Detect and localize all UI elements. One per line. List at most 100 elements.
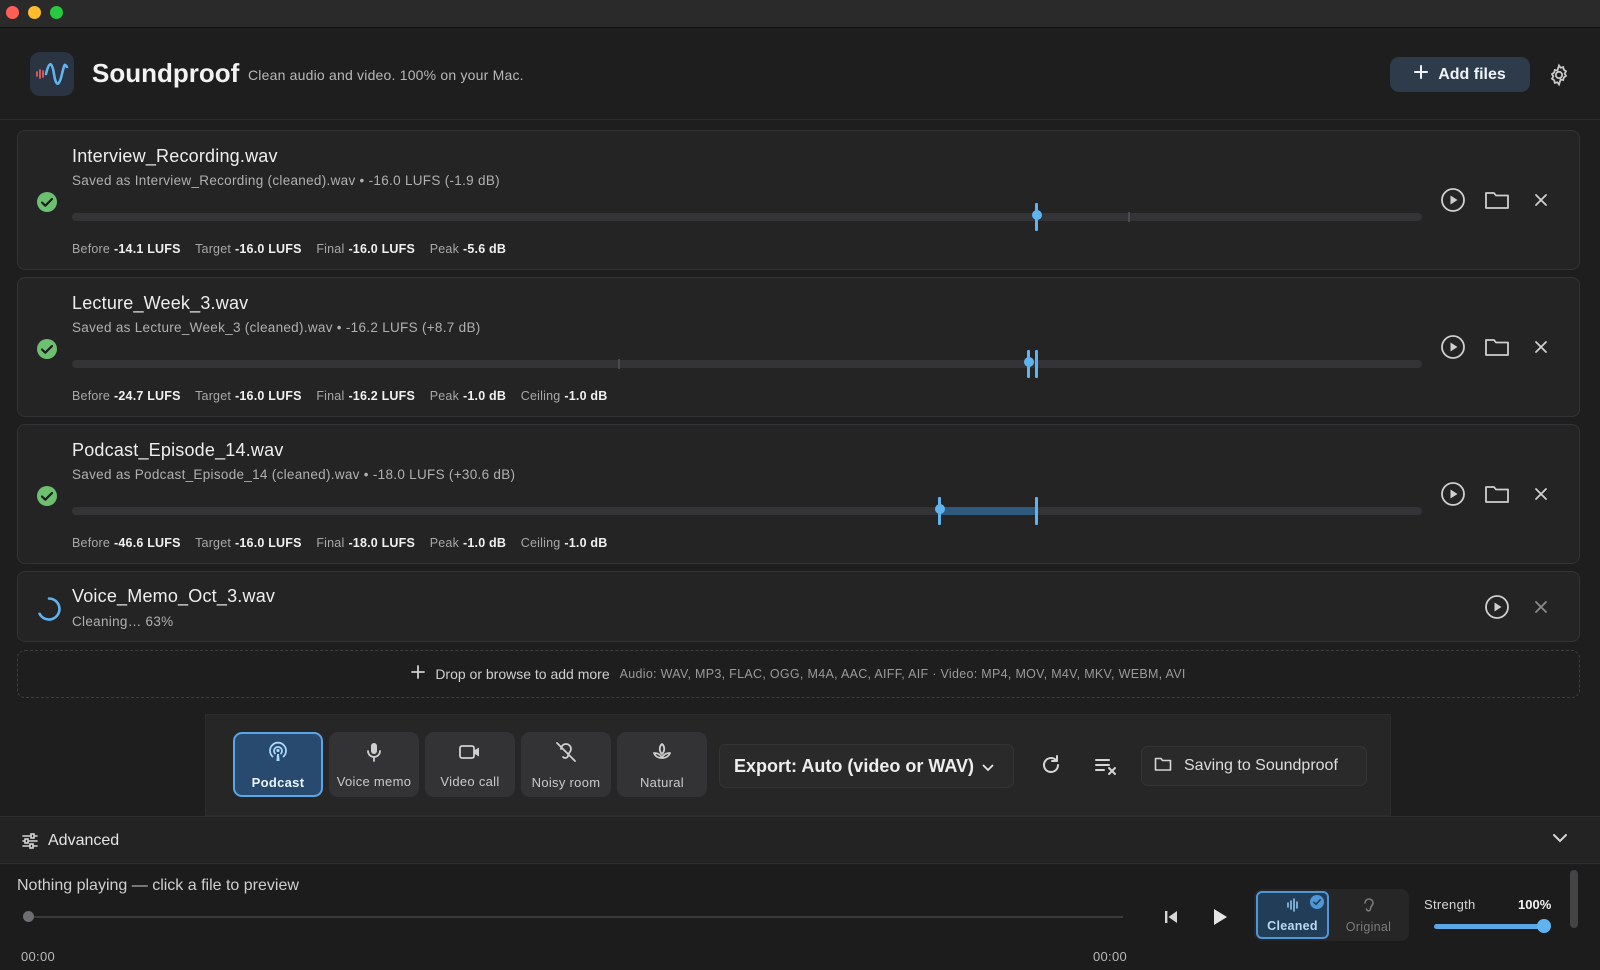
- plus-icon: [1414, 65, 1429, 84]
- play-circle-icon[interactable]: [1439, 186, 1467, 214]
- plus-icon: [411, 664, 426, 684]
- preset-label: Podcast: [251, 774, 305, 790]
- meter-before-dot: [935, 504, 945, 514]
- app-logo-icon: [30, 52, 74, 96]
- preset-label: Natural: [639, 774, 684, 790]
- preset-podcast[interactable]: Podcast: [233, 732, 323, 797]
- preset-label: Noisy room: [531, 774, 601, 790]
- loudness-stats: Before -46.6 LUFS Target -16.0 LUFS Final -…: [72, 536, 608, 550]
- preset-voice-memo[interactable]: Voice memo: [329, 732, 419, 797]
- check-badge-icon: [1310, 895, 1324, 909]
- strength-slider-thumb[interactable]: [1537, 919, 1551, 933]
- folder-icon[interactable]: [1483, 333, 1511, 361]
- close-icon[interactable]: [1527, 593, 1555, 621]
- check-circle-icon: [36, 191, 58, 213]
- supported-formats: Audio: WAV, MP3, FLAC, OGG, M4A, AAC, AI…: [619, 667, 1186, 681]
- loudness-meter: [72, 497, 1422, 525]
- loudness-meter: [72, 203, 1422, 231]
- now-playing-status: Nothing playing — click a file to previe…: [17, 877, 299, 894]
- chevron-down-icon: [982, 756, 994, 777]
- file-card[interactable]: Voice_Memo_Oct_3.wav Cleaning… 63%: [17, 571, 1580, 642]
- settings-gear-icon[interactable]: [1546, 62, 1572, 88]
- hearing-off-icon: [554, 740, 578, 769]
- file-card[interactable]: Podcast_Episode_14.wav Saved as Podcast_…: [17, 424, 1580, 564]
- video-camera-icon: [458, 741, 482, 768]
- app-title: Soundproof: [92, 58, 240, 88]
- sliders-icon: [22, 833, 38, 854]
- preset-natural[interactable]: Natural: [617, 732, 707, 797]
- strength-value: 100%: [1518, 897, 1552, 912]
- podcast-icon: [266, 740, 290, 769]
- folder-icon: [1154, 756, 1172, 777]
- play-icon[interactable]: [1206, 903, 1234, 931]
- export-format-label: Export: Auto (video or WAV): [734, 755, 974, 776]
- clear-list-icon[interactable]: [1092, 751, 1120, 779]
- save-location-button[interactable]: Saving to Soundproof: [1141, 746, 1367, 786]
- add-files-button[interactable]: Add files: [1390, 57, 1530, 92]
- preset-video-call[interactable]: Video call: [425, 732, 515, 797]
- close-icon[interactable]: [1527, 186, 1555, 214]
- strength-label: Strength: [1424, 897, 1476, 912]
- close-window-button[interactable]: [6, 6, 19, 19]
- cleaning-progress-text: Cleaning… 63%: [72, 614, 174, 629]
- loudness-meter: [72, 350, 1422, 378]
- zoom-window-button[interactable]: [50, 6, 63, 19]
- ear-icon: [1362, 897, 1376, 916]
- strength-slider-fill: [1434, 924, 1546, 929]
- loudness-stats: Before -14.1 LUFS Target -16.0 LUFS Final -…: [72, 242, 507, 256]
- file-card[interactable]: Interview_Recording.wav Saved as Intervi…: [17, 130, 1580, 270]
- playback-scrubber-thumb[interactable]: [23, 911, 34, 922]
- cleaned-label: Cleaned: [1267, 918, 1318, 933]
- preset-label: Voice memo: [336, 773, 412, 789]
- loudness-stats: Before -24.7 LUFS Target -16.0 LUFS Final -…: [72, 389, 608, 403]
- preset-noisy-room[interactable]: Noisy room: [521, 732, 611, 797]
- play-circle-icon[interactable]: [1439, 333, 1467, 361]
- file-name: Lecture_Week_3.wav: [72, 293, 249, 313]
- export-format-dropdown[interactable]: Export: Auto (video or WAV): [719, 744, 1014, 788]
- folder-icon[interactable]: [1483, 186, 1511, 214]
- file-name: Interview_Recording.wav: [72, 146, 278, 166]
- app-subtitle: Clean audio and video. 100% on your Mac.: [248, 67, 524, 83]
- skip-back-icon[interactable]: [1157, 903, 1185, 931]
- loading-spinner-icon: [36, 596, 62, 622]
- minimize-window-button[interactable]: [28, 6, 41, 19]
- drop-zone-label: Drop or browse to add more: [435, 666, 610, 682]
- total-time: 00:00: [1093, 949, 1128, 964]
- file-saved-detail: Saved as Lecture_Week_3 (cleaned).wav • …: [72, 320, 481, 335]
- advanced-section-toggle[interactable]: Advanced: [0, 816, 1600, 864]
- play-circle-icon[interactable]: [1483, 593, 1511, 621]
- meter-target-marker: [1035, 497, 1038, 525]
- meter-before-dot: [1024, 357, 1034, 367]
- original-mode-button[interactable]: Original: [1332, 891, 1405, 939]
- preset-label: Video call: [440, 773, 500, 789]
- check-circle-icon: [36, 338, 58, 360]
- folder-icon[interactable]: [1483, 480, 1511, 508]
- microphone-icon: [363, 741, 385, 768]
- add-files-label: Add files: [1438, 65, 1506, 83]
- refresh-icon[interactable]: [1037, 751, 1065, 779]
- original-label: Original: [1345, 919, 1392, 934]
- close-icon[interactable]: [1527, 333, 1555, 361]
- playback-scrubber[interactable]: [25, 916, 1123, 918]
- scrollbar[interactable]: [1570, 870, 1578, 928]
- file-card[interactable]: Lecture_Week_3.wav Saved as Lecture_Week…: [17, 277, 1580, 417]
- file-saved-detail: Saved as Interview_Recording (cleaned).w…: [72, 173, 500, 188]
- drop-zone[interactable]: Drop or browse to add more Audio: WAV, M…: [17, 650, 1580, 698]
- file-name: Voice_Memo_Oct_3.wav: [72, 586, 276, 606]
- meter-final-marker: [1035, 350, 1038, 378]
- current-time: 00:00: [21, 949, 56, 964]
- strength-slider[interactable]: [1434, 924, 1546, 929]
- file-name: Podcast_Episode_14.wav: [72, 440, 284, 460]
- close-icon[interactable]: [1527, 480, 1555, 508]
- save-location-label: Saving to Soundproof: [1184, 757, 1338, 774]
- cleaned-mode-button[interactable]: Cleaned: [1256, 891, 1329, 939]
- check-circle-icon: [36, 485, 58, 507]
- play-circle-icon[interactable]: [1439, 480, 1467, 508]
- meter-gain-fill: [940, 507, 1036, 515]
- meter-before-dot: [1032, 210, 1042, 220]
- file-saved-detail: Saved as Podcast_Episode_14 (cleaned).wa…: [72, 467, 516, 482]
- chevron-down-icon: [1552, 831, 1568, 849]
- app-header: Soundproof Clean audio and video. 100% o…: [0, 28, 1600, 120]
- meter-target-tick: [1128, 212, 1130, 222]
- window-titlebar: [0, 0, 1600, 28]
